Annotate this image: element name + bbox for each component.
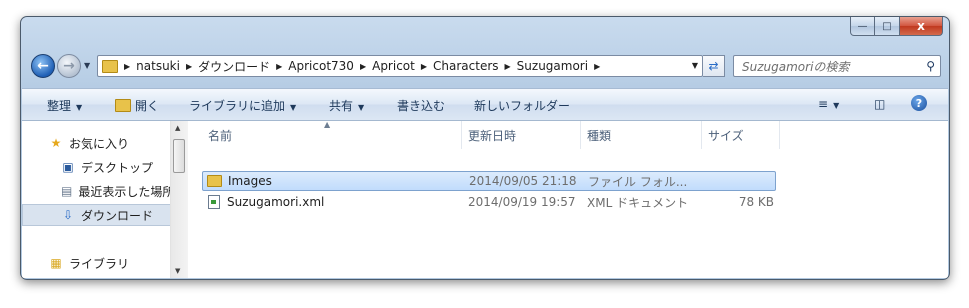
file-name-cell: Suzugamori.xml — [206, 195, 456, 209]
file-row-images[interactable]: Images 2014/09/05 21:18 ファイル フォル... — [202, 171, 776, 191]
new-folder-label: 新しいフォルダー — [474, 99, 571, 113]
address-history-dropdown[interactable]: ▼ — [692, 61, 698, 70]
column-header-name[interactable]: 名前 — [202, 121, 462, 149]
column-date-label: 更新日時 — [468, 128, 517, 143]
column-size-label: サイズ — [708, 128, 744, 143]
chevron-right-icon[interactable]: ▶ — [186, 62, 192, 71]
search-icon[interactable]: ⚲ — [926, 59, 935, 73]
navigation-row: ← → ▼ ▶ natsuki ▶ ダウンロード ▶ Apricot730 ▶ … — [29, 52, 941, 80]
organize-button[interactable]: 整理 ▼ — [47, 97, 82, 114]
help-button[interactable]: ? — [911, 95, 927, 111]
address-bar[interactable]: ▶ natsuki ▶ ダウンロード ▶ Apricot730 ▶ Aprico… — [97, 55, 703, 77]
breadcrumb-downloads[interactable]: ダウンロード — [198, 58, 270, 75]
preview-pane-button[interactable]: ◫ — [874, 97, 885, 111]
share-label: 共有 — [329, 99, 354, 113]
sidebar-item-favorites[interactable]: ★ お気に入り — [22, 132, 172, 154]
sidebar-item-label: お気に入り — [69, 136, 130, 151]
preview-pane-icon: ◫ — [874, 97, 886, 111]
content-area: ★ お気に入り ▣ デスクトップ ▤ 最近表示した場所 ⇩ ダウンロード ▦ ラ… — [22, 120, 948, 278]
refresh-button[interactable]: ⇄ — [703, 55, 725, 77]
column-header-size[interactable]: サイズ — [702, 121, 780, 149]
sidebar-item-libraries[interactable]: ▦ ライブラリ — [22, 252, 172, 274]
sidebar-item-label: ダウンロード — [81, 208, 154, 223]
chevron-right-icon[interactable]: ▶ — [421, 62, 427, 71]
open-label: 開く — [135, 99, 160, 113]
refresh-icon: ⇄ — [708, 59, 719, 73]
new-folder-button[interactable]: 新しいフォルダー — [474, 97, 570, 114]
add-to-library-label: ライブラリに追加 — [189, 99, 286, 113]
column-header-type[interactable]: 種類 — [581, 121, 702, 149]
forward-button[interactable]: → — [57, 54, 81, 78]
help-icon: ? — [915, 96, 923, 110]
chevron-right-icon[interactable]: ▶ — [360, 62, 366, 71]
search-input[interactable]: Suzugamoriの検索 ⚲ — [733, 55, 941, 77]
recent-places-icon: ▤ — [61, 184, 73, 198]
column-type-label: 種類 — [587, 128, 612, 143]
chevron-down-icon: ▼ — [290, 103, 297, 112]
xml-file-icon — [208, 195, 220, 209]
back-button[interactable]: ← — [31, 54, 55, 78]
scroll-down-icon[interactable]: ▼ — [175, 267, 180, 275]
file-name: Suzugamori.xml — [227, 195, 325, 209]
add-to-library-button[interactable]: ライブラリに追加 ▼ — [189, 97, 296, 114]
chevron-down-icon: ▼ — [358, 103, 365, 112]
file-name-cell: Images — [207, 174, 457, 188]
share-button[interactable]: 共有 ▼ — [329, 97, 364, 114]
breadcrumb-characters[interactable]: Characters — [433, 59, 499, 73]
column-name-label: 名前 — [208, 128, 233, 143]
file-name: Images — [228, 174, 272, 188]
sidebar-item-label: ライブラリ — [69, 256, 130, 271]
sidebar-item-desktop[interactable]: ▣ デスクトップ — [22, 156, 172, 178]
folder-icon — [207, 175, 222, 187]
sidebar-item-label: デスクトップ — [81, 160, 154, 175]
back-arrow-icon: ← — [37, 58, 49, 74]
open-folder-icon — [115, 99, 131, 112]
recent-pages-dropdown[interactable]: ▼ — [84, 61, 90, 70]
burn-label: 書き込む — [397, 99, 446, 113]
navigation-pane: ★ お気に入り ▣ デスクトップ ▤ 最近表示した場所 ⇩ ダウンロード ▦ ラ… — [22, 121, 188, 278]
scrollbar-thumb[interactable] — [173, 139, 185, 173]
view-options-icon: ≡ — [818, 97, 829, 111]
file-row-suzugamori-xml[interactable]: Suzugamori.xml 2014/09/19 19:57 XML ドキュメ… — [202, 192, 776, 212]
minimize-button[interactable]: — — [850, 17, 875, 36]
folder-icon — [102, 59, 118, 73]
file-date: 2014/09/05 21:18 — [469, 174, 577, 188]
star-icon: ★ — [50, 136, 62, 150]
chevron-right-icon[interactable]: ▶ — [594, 62, 600, 71]
search-placeholder: Suzugamoriの検索 — [742, 59, 850, 74]
chevron-right-icon[interactable]: ▶ — [505, 62, 511, 71]
organize-label: 整理 — [47, 99, 72, 113]
chevron-right-icon[interactable]: ▶ — [276, 62, 282, 71]
explorer-window: — □ x ← → ▼ ▶ natsuki ▶ ダウンロード ▶ Apricot… — [20, 16, 950, 280]
open-button[interactable]: 開く — [115, 97, 159, 114]
column-header-date[interactable]: 更新日時 — [462, 121, 581, 149]
desktop-icon: ▣ — [62, 160, 74, 174]
chevron-down-icon: ▼ — [76, 103, 83, 112]
navigation-pane-scrollbar[interactable]: ▲ ▼ — [170, 121, 188, 278]
file-date: 2014/09/19 19:57 — [468, 195, 576, 209]
chevron-right-icon[interactable]: ▶ — [124, 62, 130, 71]
chevron-down-icon: ▼ — [833, 101, 840, 110]
downloads-icon: ⇩ — [62, 208, 74, 222]
caption-buttons: — □ x — [850, 17, 943, 36]
sidebar-item-recent-places[interactable]: ▤ 最近表示した場所 — [22, 180, 172, 202]
library-icon: ▦ — [50, 256, 62, 270]
breadcrumb-natsuki[interactable]: natsuki — [136, 59, 180, 73]
change-view-button[interactable]: ≡ ▼ — [818, 97, 839, 111]
command-bar: 整理 ▼ 開く ライブラリに追加 ▼ 共有 ▼ 書き込む 新しいフォルダー ≡ ▼ ◫ … — [22, 88, 948, 121]
breadcrumb-apricot[interactable]: Apricot — [372, 59, 415, 73]
sidebar-item-label: 最近表示した場所 — [78, 184, 172, 199]
forward-arrow-icon: → — [63, 58, 75, 74]
burn-button[interactable]: 書き込む — [397, 97, 445, 114]
file-size: 78 KB — [738, 195, 774, 209]
breadcrumb-apricot730[interactable]: Apricot730 — [288, 59, 354, 73]
maximize-button[interactable]: □ — [875, 17, 900, 36]
file-type: XML ドキュメント — [587, 195, 689, 210]
scroll-up-icon[interactable]: ▲ — [175, 124, 180, 132]
file-list: ▲ 名前 更新日時 種類 サイズ Images 2014/09/05 21:18… — [188, 120, 948, 278]
breadcrumb-suzugamori[interactable]: Suzugamori — [517, 59, 588, 73]
file-type: ファイル フォル... — [588, 174, 688, 189]
close-button[interactable]: x — [900, 17, 943, 36]
sidebar-item-downloads[interactable]: ⇩ ダウンロード — [22, 204, 172, 226]
